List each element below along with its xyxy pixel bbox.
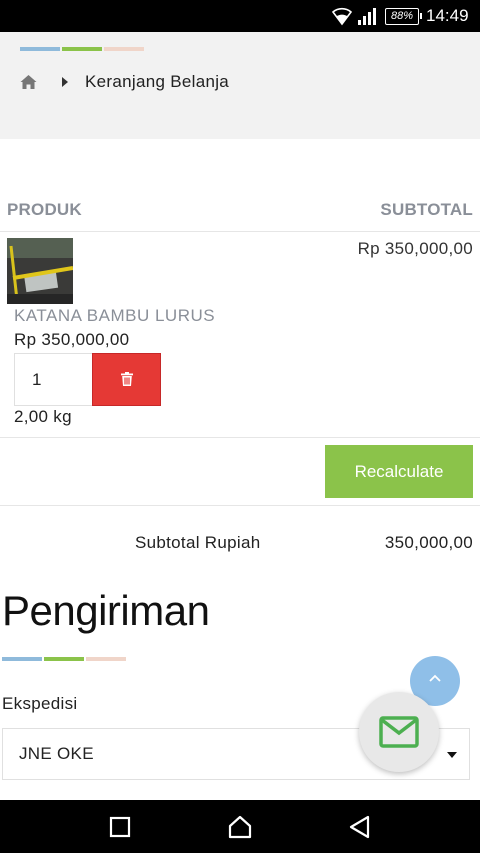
battery-icon: 88%: [385, 8, 422, 25]
subtotal-label: Subtotal Rupiah: [135, 533, 261, 552]
recents-icon[interactable]: [107, 814, 133, 840]
chevron-up-icon: [429, 674, 441, 682]
clock: 14:49: [426, 6, 469, 25]
status-bar: 88% 14:49: [0, 0, 480, 32]
product-thumbnail[interactable]: [7, 238, 73, 304]
contact-mail-button[interactable]: [359, 692, 439, 772]
home-icon[interactable]: [20, 74, 37, 90]
product-name-link[interactable]: KATANA BAMBU LURUS: [14, 306, 215, 326]
subtotal-value: 350,000,00: [384, 533, 473, 552]
quantity-input[interactable]: 1: [14, 353, 94, 406]
trash-icon: [121, 372, 133, 386]
divider: [0, 231, 480, 232]
signal-icon: [358, 8, 376, 25]
remove-item-button[interactable]: [92, 353, 161, 406]
recalculate-button[interactable]: Recalculate: [325, 445, 473, 498]
mail-icon: [379, 716, 419, 748]
divider: [0, 437, 480, 438]
decorative-stripe: [2, 657, 126, 661]
breadcrumb: Keranjang Belanja: [0, 32, 480, 139]
column-header-product: PRODUK: [7, 200, 82, 219]
courier-selected-value: JNE OKE: [19, 744, 94, 763]
decorative-stripe: [20, 47, 144, 51]
product-price: Rp 350,000,00: [14, 330, 130, 349]
shipping-heading: Pengiriman: [2, 587, 210, 634]
system-nav-bar: [0, 800, 480, 853]
product-weight: 2,00 kg: [14, 407, 72, 426]
home-button-icon[interactable]: [227, 814, 253, 840]
wifi-icon: [331, 7, 353, 26]
divider: [0, 505, 480, 506]
caret-right-icon: [62, 77, 68, 87]
back-icon[interactable]: [347, 814, 373, 840]
breadcrumb-current: Keranjang Belanja: [85, 72, 230, 91]
courier-label: Ekspedisi: [2, 694, 78, 713]
item-subtotal: Rp 350,000,00: [357, 239, 473, 258]
column-header-subtotal: SUBTOTAL: [380, 200, 473, 219]
dropdown-arrow-icon: [447, 752, 457, 758]
